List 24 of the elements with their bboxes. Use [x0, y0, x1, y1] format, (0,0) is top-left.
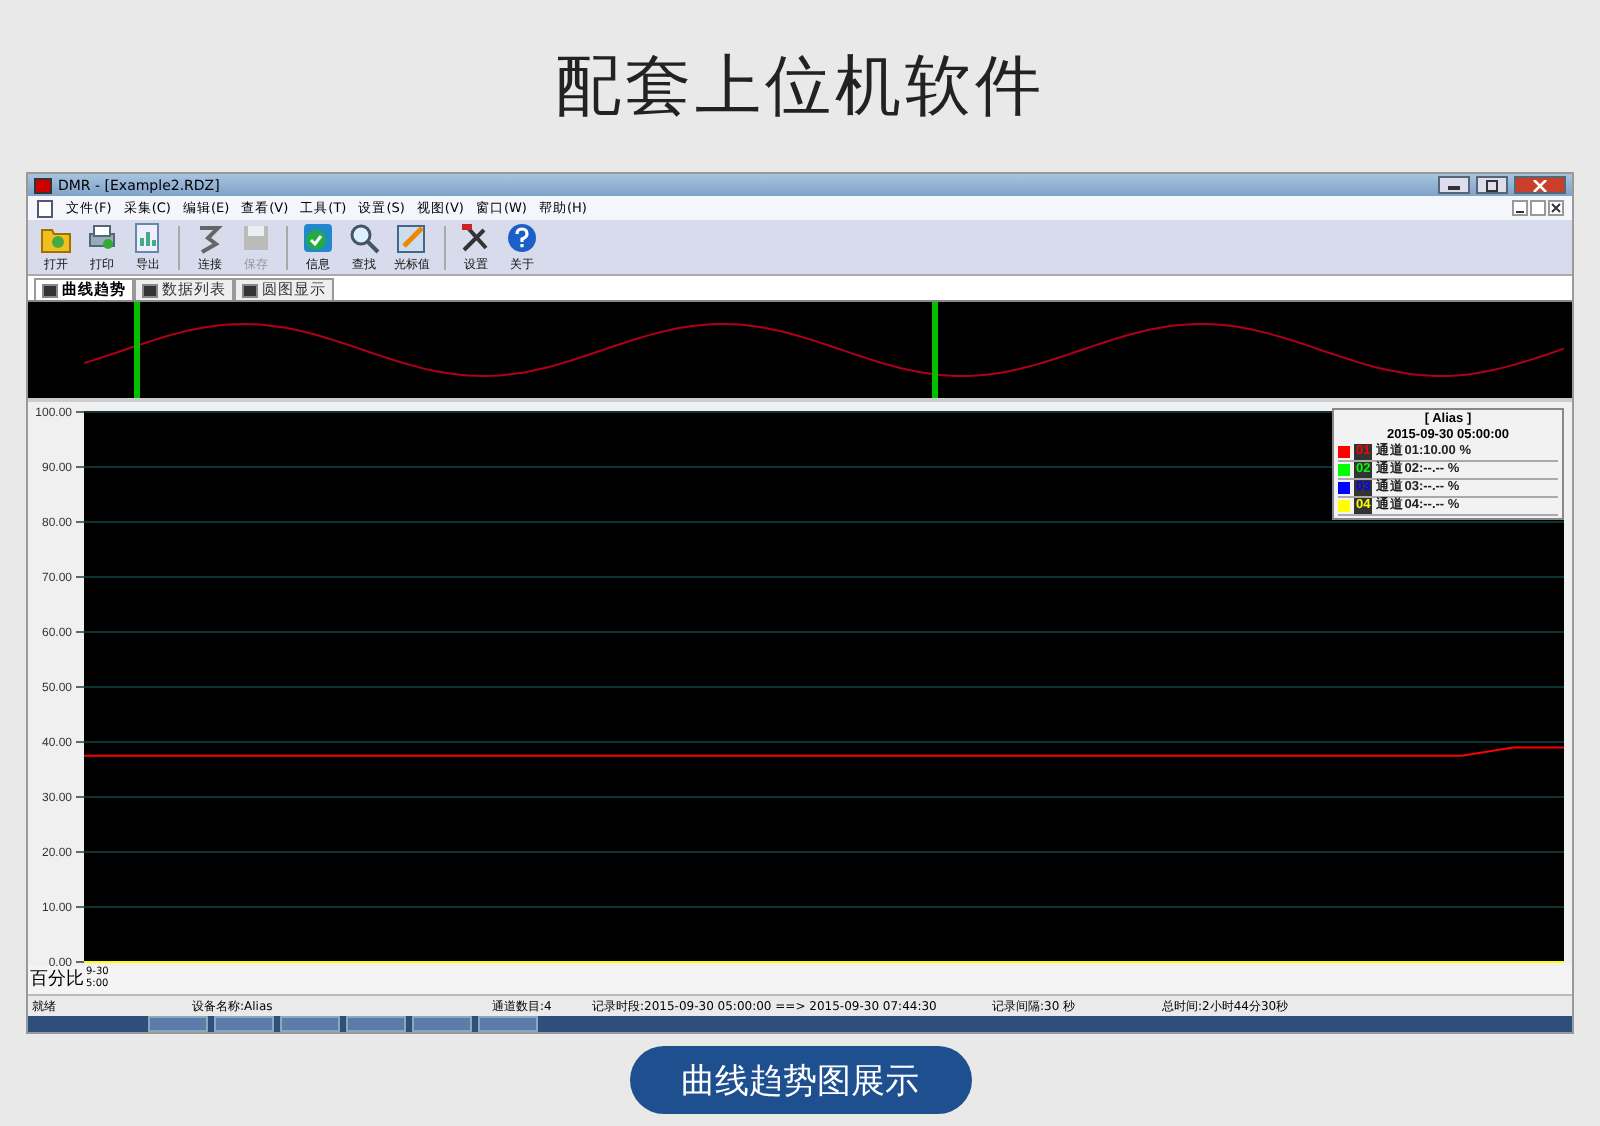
range-marker[interactable] — [932, 302, 938, 398]
maximize-button[interactable] — [1476, 176, 1508, 194]
minimize-button[interactable] — [1438, 176, 1470, 194]
app-icon — [34, 177, 52, 193]
maximize-icon — [1484, 179, 1500, 191]
y-axis-title: 百分比 — [28, 967, 84, 992]
close-icon — [1532, 179, 1548, 191]
taskbar-app-icon[interactable] — [412, 1016, 472, 1032]
range-marker[interactable] — [134, 302, 140, 398]
mdi-window-controls-icon[interactable] — [1512, 200, 1564, 216]
tools-icon — [460, 221, 492, 253]
taskbar-app-icon[interactable] — [346, 1016, 406, 1032]
check-icon — [302, 221, 334, 253]
close-button[interactable] — [1514, 176, 1566, 194]
printer-icon — [86, 221, 118, 253]
taskbar-app-icon[interactable] — [280, 1016, 340, 1032]
taskbar-app-icon[interactable] — [214, 1016, 274, 1032]
taskbar-app-icon[interactable] — [478, 1016, 538, 1032]
search-icon — [348, 221, 380, 253]
page-title: 配套上位机软件 — [555, 43, 1045, 127]
caption-button[interactable]: 曲线趋势图展示 — [629, 1046, 971, 1114]
hook-icon — [194, 221, 226, 253]
taskbar-app-icon[interactable] — [148, 1016, 208, 1032]
help-icon — [506, 221, 538, 253]
